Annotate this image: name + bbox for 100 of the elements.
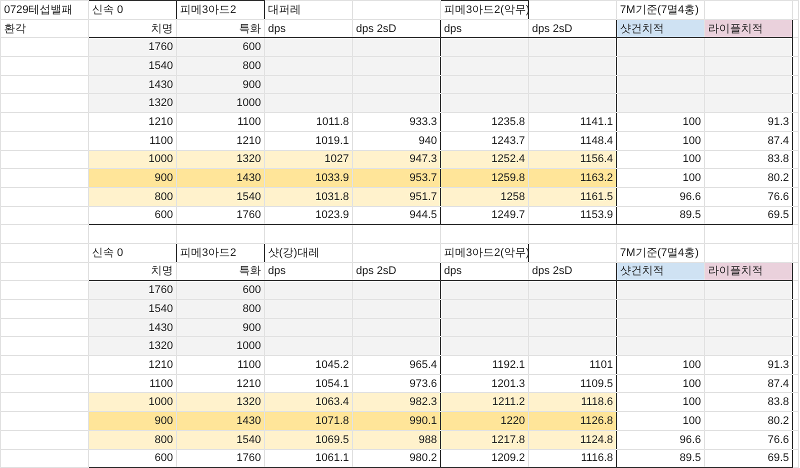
table-cell: 947.3 [352,150,440,169]
table-cell: 1249.7 [440,206,528,225]
table-cell: 100 [616,374,704,393]
table-cell: 1320 [88,94,176,113]
table-cell: 100 [616,412,704,430]
table-cell: 1760 [176,206,264,225]
table-cell: 1760 [88,280,176,300]
group-title: 대퍼레 [264,0,352,20]
table-cell: 800 [88,430,176,449]
table-cell: 1101 [528,356,616,374]
table-cell: 1430 [176,412,264,430]
table-cell: 1540 [176,430,264,449]
table-cell: 1031.8 [264,187,352,206]
table-cell: 76.6 [704,187,792,206]
column-header: 라이플치적 [704,19,792,38]
table-cell: 1540 [88,56,176,76]
table-cell: 96.6 [616,430,704,449]
table-cell: 600 [88,449,176,468]
table-cell: 1220 [440,412,528,430]
table-cell: 1118.6 [528,392,616,412]
table-cell: 91.3 [704,356,792,374]
table-cell: 600 [88,206,176,225]
table-cell: 1259.8 [440,168,528,188]
group-title: 7M기준(7멸4홍) [616,243,704,262]
table-cell: 76.6 [704,430,792,449]
group-title: 신속 0 [88,0,176,20]
table-cell: 89.5 [616,206,704,225]
table-cell: 1320 [176,392,264,412]
table-cell: 1163.2 [528,168,616,188]
table-cell: 980.2 [352,449,440,468]
table-cell: 1023.9 [264,206,352,225]
table-cell: 940 [352,131,440,150]
table-cell: 900 [88,168,176,188]
group-title: 신속 0 [88,243,176,262]
table-cell: 1540 [88,300,176,318]
table-cell: 1033.9 [264,168,352,188]
table-cell: 1027 [264,150,352,169]
table-cell: 1252.4 [440,150,528,169]
table-cell: 944.5 [352,206,440,225]
table-cell: 933.3 [352,112,440,132]
table-cell: 1100 [176,356,264,374]
table-cell: 100 [616,131,704,150]
table-cell: 91.3 [704,112,792,132]
table-cell: 1126.8 [528,412,616,430]
table-cell: 1000 [88,392,176,412]
table-cell: 988 [352,430,440,449]
table-cell: 1153.9 [528,206,616,225]
table-cell: 89.5 [616,449,704,468]
table-cell: 96.6 [616,187,704,206]
table-cell: 1061.1 [264,449,352,468]
table-cell: 1161.5 [528,187,616,206]
table-cell: 83.8 [704,150,792,169]
table-cell: 1258 [440,187,528,206]
table-cell: 1760 [88,38,176,57]
table-cell: 1235.8 [440,112,528,132]
group-title: 샷(강)대레 [264,243,352,262]
table-cell: 1217.8 [440,430,528,449]
table-cell: 1430 [88,75,176,94]
table-cell: 1124.8 [528,430,616,449]
group-title: 피메3아드2 [176,243,264,262]
table-cell: 1209.2 [440,449,528,468]
table-cell: 1156.4 [528,150,616,169]
table-cell: 1019.1 [264,131,352,150]
table-cell: 69.5 [704,449,792,468]
table-cell: 1000 [176,94,264,113]
table-cell: 951.7 [352,187,440,206]
table-cell: 80.2 [704,168,792,188]
table-cell: 600 [176,280,264,300]
column-header: 라이플치적 [704,262,792,281]
table-cell: 1192.1 [440,356,528,374]
table-cell: 1100 [176,112,264,132]
table-cell: 965.4 [352,356,440,374]
table-cell: 1540 [176,187,264,206]
table-cell: 800 [88,187,176,206]
table-cell: 69.5 [704,206,792,225]
table-cell: 100 [616,356,704,374]
column-header: 샷건치적 [616,19,704,38]
group-title: 7M기준(7멸4홍) [616,0,704,20]
table-cell: 1320 [176,150,264,169]
table-cell: 900 [176,75,264,94]
table-cell: 1148.4 [528,131,616,150]
group-title: 피메3아드2 [176,0,264,20]
table-cell: 1000 [176,336,264,356]
column-header: 샷건치적 [616,262,704,281]
table-cell: 100 [616,150,704,169]
sheet-label: 0729테섭밸패 [0,0,88,20]
table-cell: 1063.4 [264,392,352,412]
table-cell: 1116.8 [528,449,616,468]
table-cell: 87.4 [704,131,792,150]
table-cell: 1069.5 [264,430,352,449]
table-cell: 800 [176,56,264,76]
table-cell: 800 [176,300,264,318]
table-cell: 1760 [176,449,264,468]
table-cell: 600 [176,38,264,57]
table-cell: 80.2 [704,412,792,430]
sheet-label: 환각 [0,19,88,38]
table-cell: 1045.2 [264,356,352,374]
table-cell: 1430 [88,318,176,337]
table-cell: 100 [616,112,704,132]
table-cell: 900 [176,318,264,337]
